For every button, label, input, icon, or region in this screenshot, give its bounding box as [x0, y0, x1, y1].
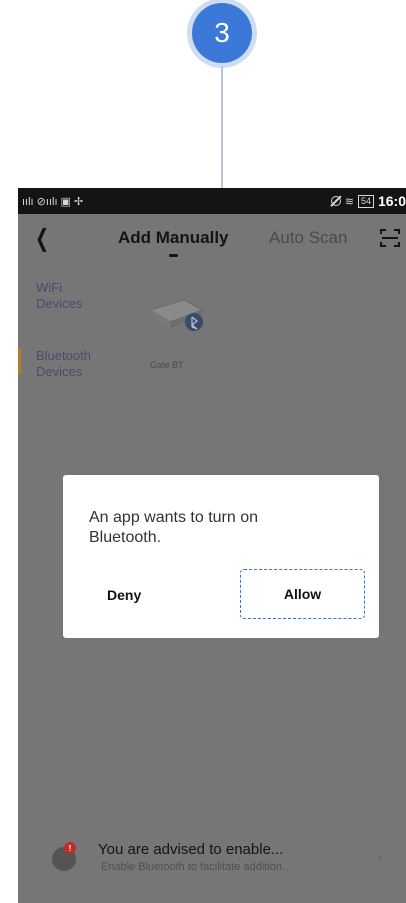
banner-title: You are advised to enable...: [98, 841, 284, 858]
bluetooth-permission-dialog: An app wants to turn on Bluetooth. Deny …: [63, 475, 379, 638]
signal-icons: ıılı ⊘ıılı ▣ ✢: [22, 195, 84, 208]
sidebar-item-label: Bluetooth Devices: [36, 348, 91, 379]
banner-subtitle: Enable Bluetooth to facilitate addition.…: [101, 861, 292, 873]
scan-frame-icon[interactable]: [380, 228, 400, 248]
bluetooth-advice-banner[interactable]: ! You are advised to enable... Enable Bl…: [18, 829, 406, 887]
device-label: Gate BT: [150, 360, 184, 370]
chevron-left-icon[interactable]: ❮: [35, 224, 49, 253]
status-bar: ıılı ⊘ıılı ▣ ✢ ≋ 54 16:0: [18, 188, 406, 214]
sidebar-item-label: WiFi Devices: [36, 280, 83, 311]
dialog-message: An app wants to turn on Bluetooth.: [89, 509, 258, 546]
tab-active-indicator: [169, 254, 178, 257]
step-number: 3: [214, 17, 230, 48]
top-nav: ❮ Add Manually Auto Scan: [18, 214, 406, 264]
device-image[interactable]: [144, 292, 214, 352]
wifi-icon: ≋: [344, 195, 354, 208]
battery-level: 54: [357, 194, 374, 208]
step-connector-line: [221, 66, 223, 188]
deny-button[interactable]: Deny: [107, 587, 141, 603]
allow-button[interactable]: Allow: [240, 569, 365, 619]
alert-badge: !: [64, 842, 76, 854]
step-number-badge: 3: [192, 3, 252, 63]
chevron-right-icon[interactable]: ›: [378, 851, 382, 865]
allow-button-label: Allow: [283, 586, 322, 602]
tab-add-manually[interactable]: Add Manually: [118, 228, 229, 248]
vibrate-off-icon: [330, 196, 341, 206]
sidebar-item-wifi-devices[interactable]: WiFi Devices: [36, 280, 106, 312]
tab-auto-scan[interactable]: Auto Scan: [269, 228, 347, 248]
phone-screen: ıılı ⊘ıılı ▣ ✢ ≋ 54 16:0 ❮ Add Manually …: [18, 188, 406, 903]
sidebar-active-indicator: [18, 348, 21, 374]
sidebar-item-bluetooth-devices[interactable]: Bluetooth Devices: [36, 348, 106, 380]
status-time: 16:0: [377, 193, 406, 209]
